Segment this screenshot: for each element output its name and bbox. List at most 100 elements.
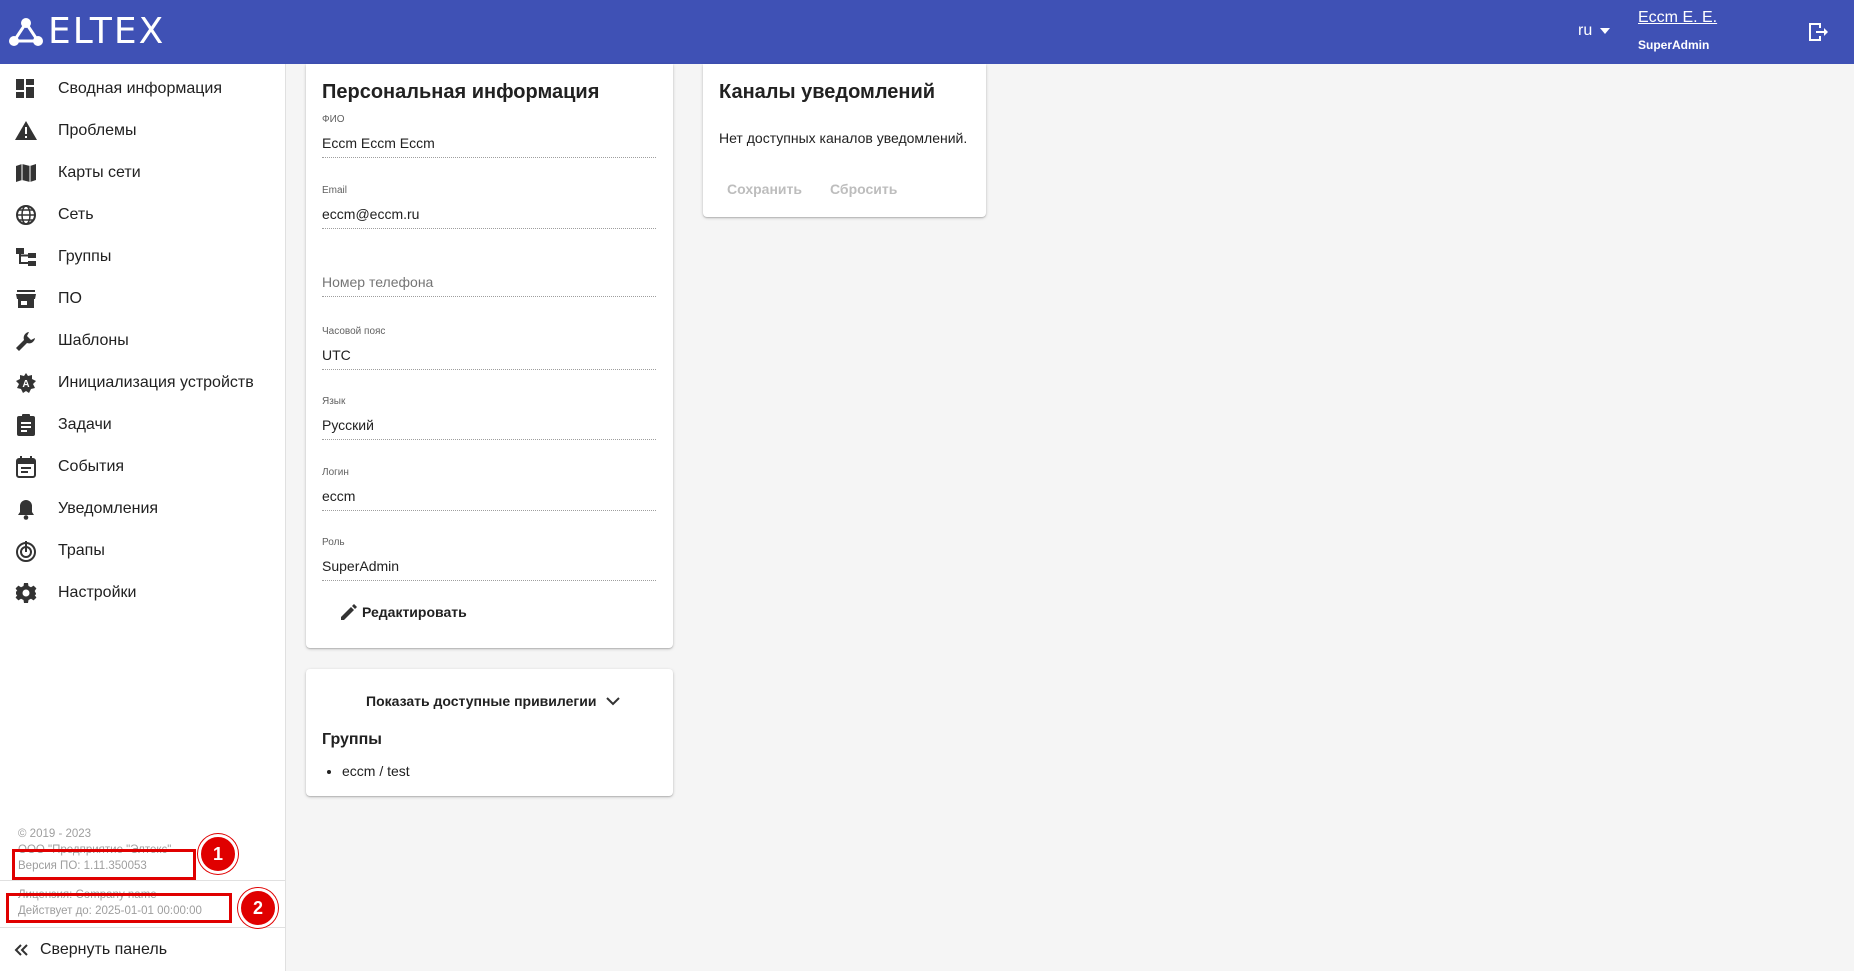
language-field[interactable]: Язык Русский [322,396,656,440]
callout-badge-1: 1 [198,834,238,874]
groups-list: eccm / test [342,763,410,779]
wrench-icon [14,329,38,353]
clipboard-icon [14,413,38,437]
map-icon [14,161,38,185]
sidebar-item-network-maps[interactable]: Карты сети [0,152,285,194]
store-icon [14,287,38,311]
sidebar-item-label: Сводная информация [58,80,222,97]
logo-mark-icon [9,18,43,46]
phone-field[interactable]: Номер телефона [322,272,656,297]
caret-down-icon [1600,28,1611,34]
groups-title: Группы [322,731,382,748]
privileges-card: Показать доступные привилегии Группы ecc… [306,669,673,796]
personal-info-title: Персональная информация [322,81,600,103]
sidebar-item-settings[interactable]: Настройки [0,572,285,614]
logout-button[interactable] [1806,20,1830,44]
user-info: Eccm E. E. SuperAdmin [1638,8,1717,52]
calendar-icon [14,455,38,479]
trap-icon [14,539,38,563]
sidebar-item-label: Трапы [58,542,105,559]
fullname-value: Eccm Eccm Eccm [322,135,435,151]
sidebar-item-notifications[interactable]: Уведомления [0,488,285,530]
sidebar-item-network[interactable]: Сеть [0,194,285,236]
sidebar-item-label: Сеть [58,206,94,223]
sidebar-item-label: Задачи [58,416,112,433]
sidebar-item-device-init[interactable]: A Инициализация устройств [0,362,285,404]
svg-text:A: A [22,379,29,390]
globe-icon [14,203,38,227]
edit-button[interactable]: Редактировать [340,603,467,621]
sidebar-item-label: Шаблоны [58,332,129,349]
warning-icon [14,119,38,143]
reset-button[interactable]: Сбросить [830,181,897,197]
auto-init-icon: A [14,371,38,395]
save-button[interactable]: Сохранить [727,181,802,197]
sidebar-item-label: События [58,458,125,475]
role-value: SuperAdmin [322,558,400,574]
no-channels-text: Нет доступных каналов уведомлений. [719,130,968,146]
sidebar-nav: Сводная информация Проблемы Карты сети С… [0,64,285,614]
sidebar-item-label: Карты сети [58,164,141,181]
sidebar-item-traps[interactable]: Трапы [0,530,285,572]
language-label: Язык [322,396,346,407]
personal-info-card: Персональная информация ФИО Eccm Eccm Ec… [306,64,673,648]
app-header: ELTEX ru Eccm E. E. SuperAdmin [0,0,1854,64]
edit-button-label: Редактировать [362,604,467,620]
show-privileges-toggle[interactable]: Показать доступные привилегии [366,693,621,709]
timezone-value: UTC [322,347,351,363]
groups-tree-icon [14,245,38,269]
sidebar-item-problems[interactable]: Проблемы [0,110,285,152]
double-chevron-left-icon [14,943,28,956]
bell-icon [14,497,38,521]
show-privileges-label: Показать доступные привилегии [366,693,597,709]
role-field[interactable]: Роль SuperAdmin [322,537,656,581]
email-field[interactable]: Email eccm@eccm.ru [322,185,656,229]
copyright-text: © 2019 - 2023 [18,828,92,840]
email-value: eccm@eccm.ru [322,206,420,222]
sidebar-item-label: Уведомления [58,500,159,517]
gear-icon [14,581,38,605]
language-value: ru [1578,22,1593,39]
callout-badge-2: 2 [238,888,278,928]
notification-channels-title: Каналы уведомлений [719,81,936,103]
dashboard-icon [14,77,38,101]
email-label: Email [322,185,348,196]
group-item: eccm / test [342,763,410,779]
chevron-down-icon [606,697,621,706]
language-select[interactable]: ru [1578,22,1611,40]
notification-channels-card: Каналы уведомлений Нет доступных каналов… [703,64,986,217]
language-value-field: Русский [322,417,374,433]
sidebar-item-label: ПО [58,290,82,307]
collapse-panel-label: Свернуть панель [40,940,168,958]
sidebar-item-tasks[interactable]: Задачи [0,404,285,446]
timezone-field[interactable]: Часовой пояс UTC [322,326,656,370]
login-value: eccm [322,488,356,504]
sidebar-item-events[interactable]: События [0,446,285,488]
timezone-label: Часовой пояс [322,326,386,337]
fullname-field[interactable]: ФИО Eccm Eccm Eccm [322,114,656,158]
login-label: Логин [322,467,349,478]
callout-box-license [6,893,232,923]
sidebar-item-label: Инициализация устройств [58,374,254,391]
footer-divider [0,880,285,881]
login-field[interactable]: Логин eccm [322,467,656,511]
sidebar-item-label: Группы [58,248,112,265]
logo-text: ELTEX [48,11,166,52]
sidebar-item-summary[interactable]: Сводная информация [0,68,285,110]
sidebar-item-label: Настройки [58,584,137,601]
sidebar-item-software[interactable]: ПО [0,278,285,320]
sidebar-item-groups[interactable]: Группы [0,236,285,278]
sidebar-item-label: Проблемы [58,122,137,139]
logout-icon [1809,23,1828,41]
collapse-panel-button[interactable]: Свернуть панель [0,927,285,971]
sidebar: Сводная информация Проблемы Карты сети С… [0,64,286,971]
callout-box-version [12,849,196,880]
eltex-logo[interactable]: ELTEX [8,14,165,50]
user-role: SuperAdmin [1638,38,1710,52]
sidebar-item-templates[interactable]: Шаблоны [0,320,285,362]
user-name-link[interactable]: Eccm E. E. [1638,8,1717,28]
role-label: Роль [322,537,345,548]
fullname-label: ФИО [322,114,345,125]
pencil-icon [341,604,357,620]
phone-placeholder: Номер телефона [322,274,434,290]
